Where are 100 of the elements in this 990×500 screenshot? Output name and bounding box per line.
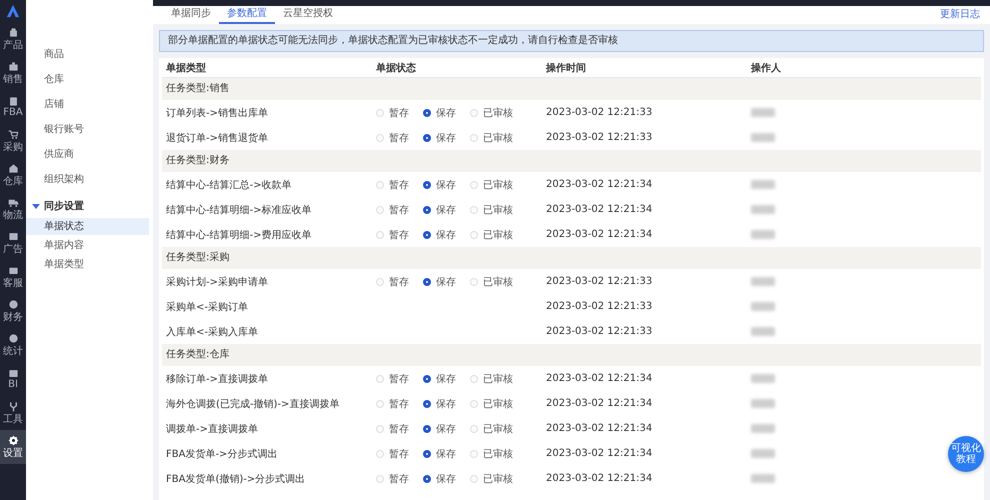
sidebar-item[interactable]: 单据类型 bbox=[26, 256, 149, 273]
radio-label[interactable]: 保存 bbox=[436, 274, 456, 288]
radio-button[interactable] bbox=[423, 450, 431, 458]
document-type: 订单列表->销售出库单 bbox=[166, 108, 268, 118]
radio-button[interactable] bbox=[423, 108, 431, 116]
nav-item[interactable]: 产品 bbox=[0, 22, 26, 56]
radio-label[interactable]: 暂存 bbox=[389, 202, 409, 216]
nav-item[interactable]: 采购 bbox=[0, 124, 26, 158]
document-icon bbox=[8, 96, 18, 107]
radio-label[interactable]: 暂存 bbox=[389, 228, 409, 242]
group-title: 任务类型:财务 bbox=[166, 154, 230, 168]
radio-label[interactable]: 暂存 bbox=[389, 106, 409, 120]
document-type: FBA发货单->分步式调出 bbox=[166, 448, 278, 460]
radio-label[interactable]: 已审核 bbox=[483, 422, 513, 436]
document-type: 移除订单->直接调拨单 bbox=[166, 374, 268, 384]
settings-icon bbox=[8, 434, 18, 446]
radio-label[interactable]: 暂存 bbox=[389, 396, 409, 410]
radio-label[interactable]: 已审核 bbox=[483, 202, 513, 216]
nav-item[interactable]: FBA bbox=[0, 90, 26, 124]
radio-label[interactable]: 暂存 bbox=[389, 274, 409, 288]
nav-item[interactable]: 客服 bbox=[0, 260, 26, 294]
radio-label[interactable]: 保存 bbox=[436, 106, 456, 120]
sidebar-item[interactable]: 店铺 bbox=[26, 96, 149, 113]
radio-label[interactable]: 已审核 bbox=[483, 472, 513, 486]
sidebar-item[interactable]: 组织架构 bbox=[26, 171, 149, 188]
sidebar-group[interactable]: 同步设置 bbox=[44, 199, 84, 213]
nav-item[interactable]: 工具 bbox=[0, 396, 26, 430]
radio-label[interactable]: 暂存 bbox=[389, 372, 409, 386]
radio-label[interactable]: 保存 bbox=[436, 446, 456, 460]
radio-label[interactable]: 保存 bbox=[436, 472, 456, 486]
radio-button[interactable] bbox=[423, 474, 431, 482]
radio-label[interactable]: 已审核 bbox=[483, 396, 513, 410]
blurred-operator bbox=[751, 108, 775, 117]
nav-item[interactable]: 物流 bbox=[0, 192, 26, 226]
radio-button[interactable] bbox=[423, 278, 431, 286]
nav-item[interactable]: 统计 bbox=[0, 328, 26, 362]
radio-label[interactable]: 保存 bbox=[436, 372, 456, 386]
radio-label[interactable]: 保存 bbox=[436, 396, 456, 410]
radio-label[interactable]: 已审核 bbox=[483, 372, 513, 386]
fork-icon bbox=[8, 400, 18, 412]
operation-time: 2023-03-02 12:21:34 bbox=[546, 179, 652, 190]
changelog-link[interactable]: 更新日志 bbox=[940, 7, 980, 24]
blurred-operator bbox=[751, 230, 775, 239]
blurred-operator bbox=[751, 327, 775, 336]
radio-label[interactable]: 已审核 bbox=[483, 228, 513, 242]
radio-button[interactable] bbox=[423, 180, 431, 188]
document-type: FBA发货单(撤销)->分步式调出 bbox=[166, 474, 306, 484]
tab[interactable]: 单据同步 bbox=[163, 6, 219, 24]
radio-label[interactable]: 暂存 bbox=[389, 178, 409, 192]
document-type: 结算中心-结算明细->标准应收单 bbox=[166, 204, 312, 216]
screen-icon bbox=[8, 230, 18, 242]
document-type: 结算中心-结算汇总->收款单 bbox=[166, 180, 292, 190]
radio-label[interactable]: 暂存 bbox=[389, 446, 409, 460]
operation-time: 2023-03-02 12:21:34 bbox=[546, 423, 652, 434]
radio-button[interactable] bbox=[423, 230, 431, 238]
blurred-operator bbox=[751, 133, 775, 142]
nav-item[interactable]: BI bbox=[0, 362, 26, 396]
tab[interactable]: 参数配置 bbox=[219, 6, 275, 24]
radio-label[interactable]: 暂存 bbox=[389, 472, 409, 486]
caret-icon[interactable] bbox=[32, 202, 40, 210]
tab[interactable]: 云星空授权 bbox=[275, 6, 341, 24]
group-title: 任务类型:采购 bbox=[166, 251, 230, 265]
radio-label[interactable]: 已审核 bbox=[483, 130, 513, 144]
blurred-operator bbox=[751, 277, 775, 286]
screen-icon bbox=[8, 368, 18, 379]
radio-label[interactable]: 已审核 bbox=[483, 274, 513, 288]
radio-button[interactable] bbox=[423, 424, 431, 432]
nav-item[interactable]: 销售 bbox=[0, 56, 26, 90]
radio-button[interactable] bbox=[423, 134, 431, 142]
sidebar-item[interactable]: 银行账号 bbox=[26, 121, 149, 138]
sidebar-item[interactable]: 仓库 bbox=[26, 71, 149, 88]
operation-time: 2023-03-02 12:21:33 bbox=[546, 107, 652, 118]
blurred-operator bbox=[751, 205, 775, 214]
operation-time: 2023-03-02 12:21:34 bbox=[546, 448, 652, 459]
radio-button[interactable] bbox=[423, 400, 431, 408]
radio-label[interactable]: 暂存 bbox=[389, 422, 409, 436]
radio-label[interactable]: 保存 bbox=[436, 178, 456, 192]
radio-label[interactable]: 已审核 bbox=[483, 106, 513, 120]
radio-label[interactable]: 保存 bbox=[436, 422, 456, 436]
sidebar-item[interactable]: 单据内容 bbox=[26, 237, 149, 254]
nav-item[interactable]: 财务 bbox=[0, 294, 26, 328]
radio-button[interactable] bbox=[423, 206, 431, 214]
sidebar-item[interactable]: 商品 bbox=[26, 46, 149, 63]
radio-label[interactable]: 保存 bbox=[436, 130, 456, 144]
sidebar-item[interactable]: 单据状态 bbox=[26, 218, 149, 235]
radio-label[interactable]: 已审核 bbox=[483, 178, 513, 192]
operation-time: 2023-03-02 12:21:33 bbox=[546, 276, 652, 287]
radio-label[interactable]: 已审核 bbox=[483, 446, 513, 460]
nav-item[interactable]: 仓库 bbox=[0, 158, 26, 192]
nav-item[interactable]: 设置 bbox=[0, 430, 26, 464]
radio-label[interactable]: 保存 bbox=[436, 228, 456, 242]
operation-time: 2023-03-02 12:21:34 bbox=[546, 473, 652, 484]
document-type: 采购单<-采购订单 bbox=[166, 302, 248, 312]
radio-label[interactable]: 保存 bbox=[436, 202, 456, 216]
nav-item[interactable]: 广告 bbox=[0, 226, 26, 260]
sidebar-item[interactable]: 供应商 bbox=[26, 146, 149, 163]
radio-button[interactable] bbox=[423, 374, 431, 382]
group-title: 任务类型:仓库 bbox=[166, 348, 230, 362]
document-type: 海外仓调拨(已完成-撤销)->直接调拨单 bbox=[166, 398, 340, 410]
radio-label[interactable]: 暂存 bbox=[389, 130, 409, 144]
